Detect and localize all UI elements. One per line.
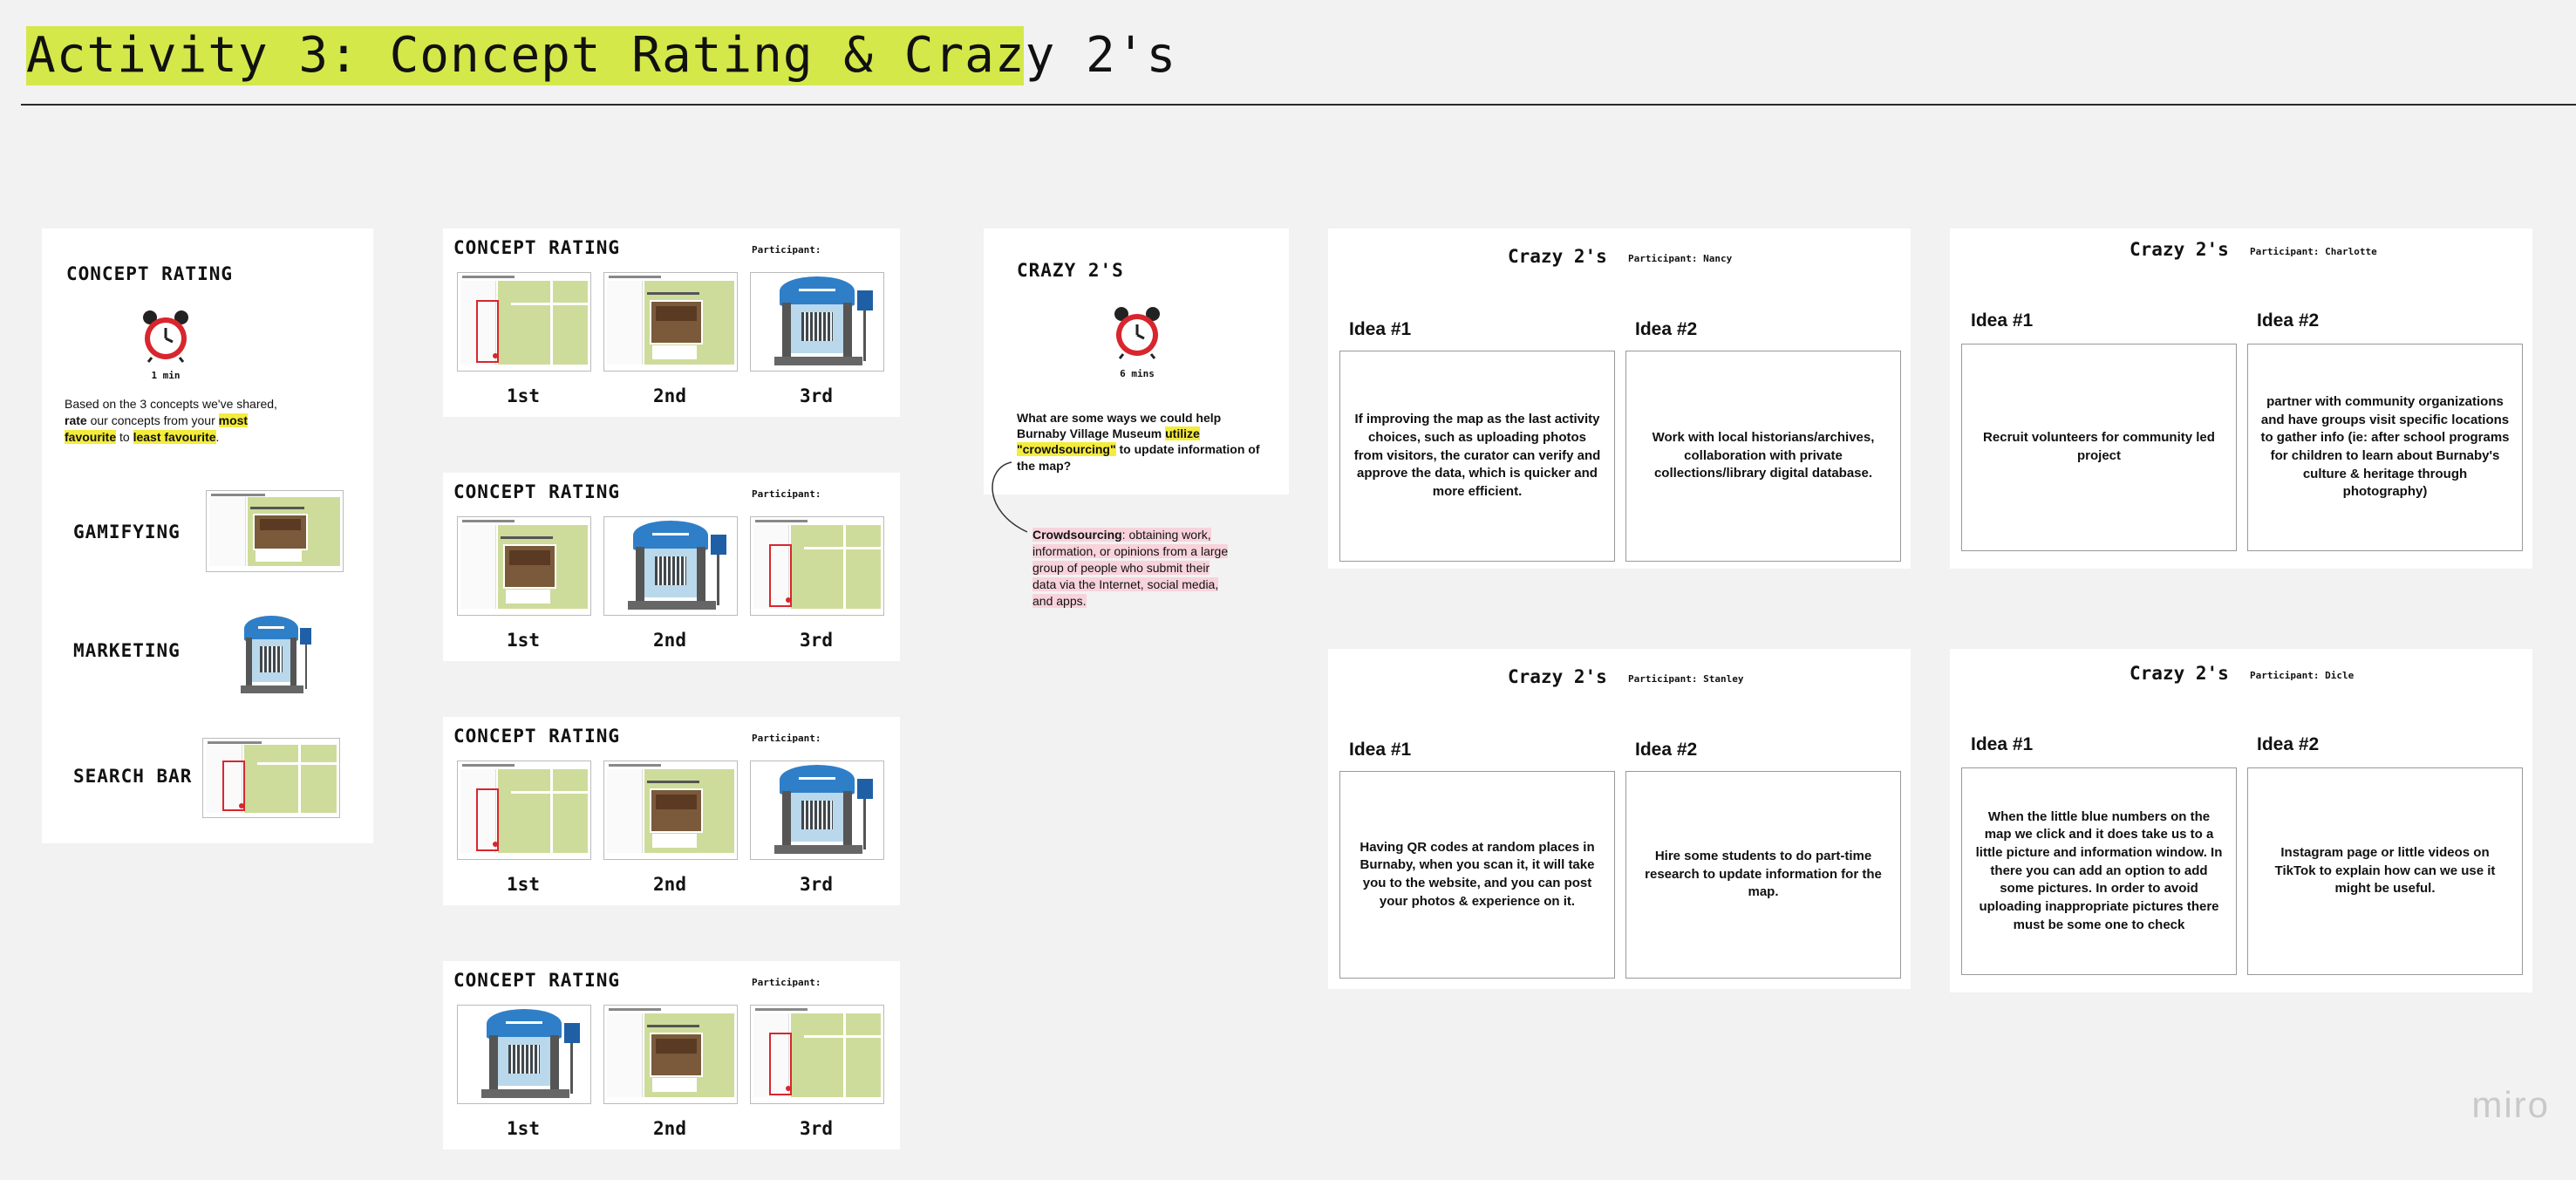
rating-card-title: CONCEPT RATING bbox=[453, 726, 621, 747]
crazy-card-title: Crazy 2's bbox=[2130, 239, 2229, 260]
idea1-label: Idea #1 bbox=[1349, 319, 1412, 339]
idea2-note[interactable]: Hire some students to do part-time resea… bbox=[1625, 771, 1901, 979]
photo-thumbnail bbox=[603, 761, 738, 860]
rank-first: 1st bbox=[507, 1118, 540, 1139]
title-divider bbox=[21, 104, 2576, 106]
idea2-label: Idea #2 bbox=[1635, 319, 1698, 339]
intro-timer: 1 min bbox=[151, 370, 181, 381]
rank-third: 3rd bbox=[800, 1118, 833, 1139]
participant-label: Participant: Charlotte bbox=[2250, 246, 2377, 257]
idea2-label: Idea #2 bbox=[2257, 734, 2320, 754]
idea2-note[interactable]: partner with community organizations and… bbox=[2247, 344, 2523, 551]
rank-third: 3rd bbox=[800, 385, 833, 406]
rating-card-title: CONCEPT RATING bbox=[453, 970, 621, 991]
idea2-label: Idea #2 bbox=[2257, 310, 2320, 331]
rank-third: 3rd bbox=[800, 630, 833, 651]
rank-second: 2nd bbox=[653, 630, 686, 651]
rank-first: 1st bbox=[507, 630, 540, 651]
idea2-note[interactable]: Work with local historians/archives, col… bbox=[1625, 351, 1901, 562]
shelter-thumbnail bbox=[603, 516, 738, 616]
idea1-note[interactable]: When the little blue numbers on the map … bbox=[1961, 767, 2237, 975]
rank-first: 1st bbox=[507, 874, 540, 895]
concept-label-search-bar: SEARCH BAR bbox=[73, 766, 193, 787]
map-thumbnail bbox=[750, 1005, 884, 1104]
idea1-note[interactable]: Recruit volunteers for community led pro… bbox=[1961, 344, 2237, 551]
idea1-note[interactable]: Having QR codes at random places in Burn… bbox=[1339, 771, 1615, 979]
idea1-label: Idea #1 bbox=[1349, 740, 1412, 760]
idea2-note[interactable]: Instagram page or little videos on TikTo… bbox=[2247, 767, 2523, 975]
rating-card[interactable]: CONCEPT RATING Participant: 1st 2nd 3rd bbox=[443, 228, 900, 417]
rating-card-title: CONCEPT RATING bbox=[453, 237, 621, 258]
intro-description: Based on the 3 concepts we've shared, ra… bbox=[65, 397, 277, 444]
alarm-clock-icon bbox=[1111, 305, 1163, 359]
rank-third: 3rd bbox=[800, 874, 833, 895]
photo-thumbnail bbox=[603, 272, 738, 372]
intro-heading: CONCEPT RATING bbox=[66, 263, 234, 284]
rank-second: 2nd bbox=[653, 385, 686, 406]
crazy-card-title: Crazy 2's bbox=[1508, 666, 1607, 687]
crazy-card-title: Crazy 2's bbox=[2130, 663, 2229, 684]
crazy-timer: 6 mins bbox=[1120, 368, 1155, 379]
shelter-thumbnail bbox=[457, 1005, 591, 1104]
crazy-intro-heading: CRAZY 2'S bbox=[1017, 260, 1124, 281]
rating-card[interactable]: CONCEPT RATING Participant: 1st 2nd 3rd bbox=[443, 961, 900, 1149]
rating-card[interactable]: CONCEPT RATING Participant: 1st 2nd 3rd bbox=[443, 473, 900, 661]
rating-card[interactable]: CONCEPT RATING Participant: 1st 2nd 3rd bbox=[443, 717, 900, 905]
participant-label: Participant: bbox=[752, 244, 821, 256]
crazy-card-title: Crazy 2's bbox=[1508, 246, 1607, 267]
map-thumbnail bbox=[457, 761, 591, 860]
crazy-card-stanley[interactable]: Crazy 2's Participant: Stanley Idea #1 I… bbox=[1328, 649, 1911, 989]
concept-label-gamifying: GAMIFYING bbox=[73, 522, 181, 542]
participant-label: Participant: bbox=[752, 977, 821, 988]
connector-arrow bbox=[992, 461, 1028, 533]
idea2-label: Idea #2 bbox=[1635, 740, 1698, 760]
gamifying-thumbnail bbox=[206, 490, 344, 572]
crowdsourcing-definition: Crowdsourcing: obtaining work, informati… bbox=[1032, 528, 1229, 608]
photo-thumbnail bbox=[603, 1005, 738, 1104]
participant-label: Participant: bbox=[752, 733, 821, 744]
shelter-thumbnail bbox=[750, 761, 884, 860]
idea1-label: Idea #1 bbox=[1971, 310, 2034, 331]
rating-card-title: CONCEPT RATING bbox=[453, 481, 621, 502]
rank-first: 1st bbox=[507, 385, 540, 406]
map-thumbnail bbox=[750, 516, 884, 616]
page-title: Activity 3: Concept Rating & Crazy 2's bbox=[26, 27, 1177, 84]
photo-thumbnail bbox=[457, 516, 591, 616]
concept-rating-intro-card[interactable]: CONCEPT RATING 1 min Based on the 3 conc… bbox=[42, 228, 373, 843]
crazy-card-nancy[interactable]: Crazy 2's Participant: Nancy Idea #1 Ide… bbox=[1328, 228, 1911, 569]
rank-second: 2nd bbox=[653, 1118, 686, 1139]
participant-label: Participant: Stanley bbox=[1628, 673, 1744, 685]
participant-label: Participant: Dicle bbox=[2250, 670, 2355, 681]
rank-second: 2nd bbox=[653, 874, 686, 895]
crazy-card-dicle[interactable]: Crazy 2's Participant: Dicle Idea #1 Ide… bbox=[1950, 649, 2532, 992]
concept-label-marketing: MARKETING bbox=[73, 640, 181, 661]
participant-label: Participant: bbox=[752, 488, 821, 500]
crazy-question: What are some ways we could help Burnaby… bbox=[1017, 411, 1260, 473]
idea1-label: Idea #1 bbox=[1971, 734, 2034, 754]
crazy-card-charlotte[interactable]: Crazy 2's Participant: Charlotte Idea #1… bbox=[1950, 228, 2532, 569]
map-thumbnail bbox=[457, 272, 591, 372]
idea1-note[interactable]: If improving the map as the last activit… bbox=[1339, 351, 1615, 562]
alarm-clock-icon bbox=[140, 309, 192, 363]
crazy-intro-card[interactable]: CRAZY 2'S 6 mins What are some ways we c… bbox=[984, 228, 1289, 495]
marketing-thumbnail bbox=[223, 612, 319, 698]
search-bar-thumbnail bbox=[202, 738, 340, 818]
miro-logo: miro bbox=[2471, 1084, 2550, 1125]
participant-label: Participant: Nancy bbox=[1628, 253, 1733, 264]
shelter-thumbnail bbox=[750, 272, 884, 372]
